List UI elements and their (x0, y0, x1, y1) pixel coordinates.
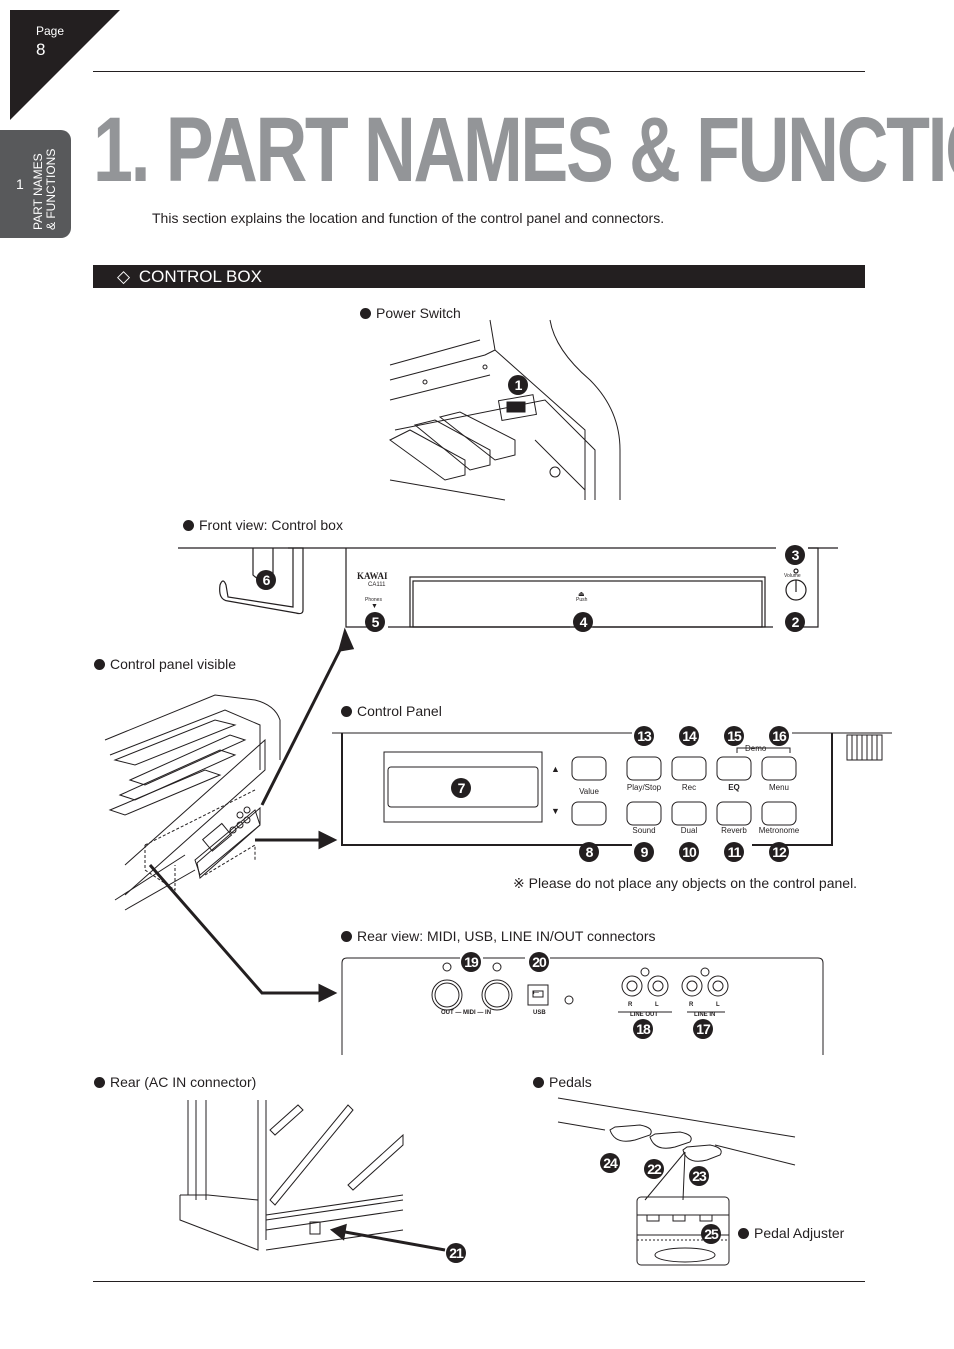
demo-label: Demo (745, 744, 767, 753)
metronome-button[interactable]: Metronome (749, 826, 809, 835)
bullet-icon (533, 1077, 544, 1088)
pedals-illustration (557, 1097, 796, 1266)
callout-23: 23 (689, 1166, 709, 1186)
line-in-r-label: R (689, 1002, 694, 1008)
callout-8: 8 (579, 842, 599, 862)
rear-view-illustration (341, 957, 824, 1055)
line-in-l-label: L (716, 1002, 720, 1008)
callout-24: 24 (600, 1153, 620, 1173)
value-up-arrow-icon[interactable]: ▲ (551, 764, 560, 774)
bullet-icon (94, 1077, 105, 1088)
line-out-l-label: L (655, 1002, 659, 1008)
line-out-label: LINE OUT (630, 1012, 658, 1018)
caption-rear-view: Rear view: MIDI, USB, LINE IN/OUT connec… (341, 928, 656, 944)
callout-13: 13 (634, 726, 654, 746)
caption-pedals: Pedals (533, 1074, 592, 1090)
caption-pedal-adjuster: Pedal Adjuster (738, 1225, 844, 1241)
callout-16: 16 (769, 726, 789, 746)
callout-11: 11 (724, 842, 744, 862)
bullet-icon (341, 931, 352, 942)
callout-15: 15 (724, 726, 744, 746)
callout-19: 19 (461, 952, 481, 972)
callout-21: 21 (446, 1243, 466, 1263)
callout-20: 20 (529, 952, 549, 972)
bottom-rule (93, 1281, 865, 1282)
line-in-label: LINE IN (694, 1012, 716, 1018)
callout-22: 22 (644, 1159, 664, 1179)
value-label: Value (579, 787, 599, 796)
callout-10: 10 (679, 842, 699, 862)
bullet-icon (738, 1228, 749, 1239)
callout-18: 18 (633, 1019, 653, 1039)
callout-9: 9 (634, 842, 654, 862)
callout-12: 12 (769, 842, 789, 862)
menu-button[interactable]: Menu (749, 783, 809, 792)
callout-arrows (148, 627, 446, 1252)
caption-rear-ac: Rear (AC IN connector) (94, 1074, 256, 1090)
bullet-icon (341, 706, 352, 717)
caption-control-panel: Control Panel (341, 703, 442, 719)
callout-14: 14 (679, 726, 699, 746)
callout-17: 17 (693, 1019, 713, 1039)
usb-label: USB (533, 1010, 546, 1016)
rear-ac-illustration (179, 1100, 404, 1251)
callout-7: 7 (451, 778, 471, 798)
line-out-r-label: R (628, 1002, 633, 1008)
callout-25: 25 (701, 1224, 721, 1244)
midi-label: OUT — MIDI — IN (441, 1010, 492, 1016)
warning-note: ※ Please do not place any objects on the… (513, 875, 858, 891)
value-down-arrow-icon[interactable]: ▼ (551, 806, 560, 816)
usb-icon: ⭠ (532, 987, 540, 997)
